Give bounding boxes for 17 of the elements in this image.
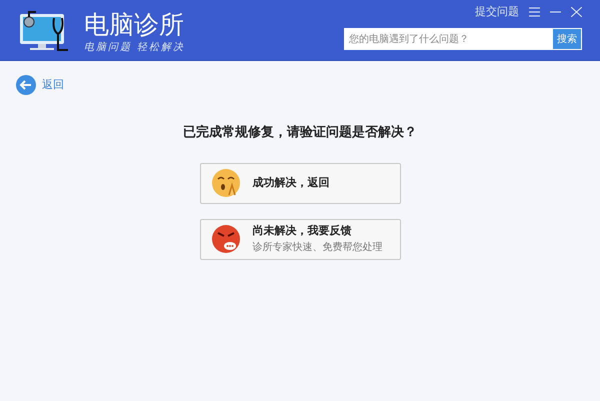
app-slogan: 电脑问题 轻松解决 [84,40,185,55]
app-title: 电脑诊所 [84,10,185,40]
smiley-icon [210,168,240,198]
search-button[interactable]: 搜索 [553,29,581,49]
menu-icon[interactable] [529,7,540,17]
monitor-stethoscope-icon [18,10,70,52]
option-note: 诊所专家快速、免费帮您处理 [252,240,382,255]
close-icon[interactable] [571,7,582,17]
submit-problem-link[interactable]: 提交问题 [475,4,519,20]
angry-face-icon [210,224,240,254]
back-link[interactable]: 返回 [42,76,64,94]
search-field[interactable]: 您的电脑遇到了什么问题？ 搜索 [344,28,582,50]
question-text: 已完成常规修复，请验证问题是否解决？ [183,123,417,141]
option-label: 尚未解决，我要反馈 [252,224,352,240]
option-label: 成功解决，返回 [252,176,330,191]
option-button[interactable]: 尚未解决，我要反馈 诊所专家快速、免费帮您处理 [200,218,400,260]
option-button[interactable]: 成功解决，返回 [200,162,400,204]
